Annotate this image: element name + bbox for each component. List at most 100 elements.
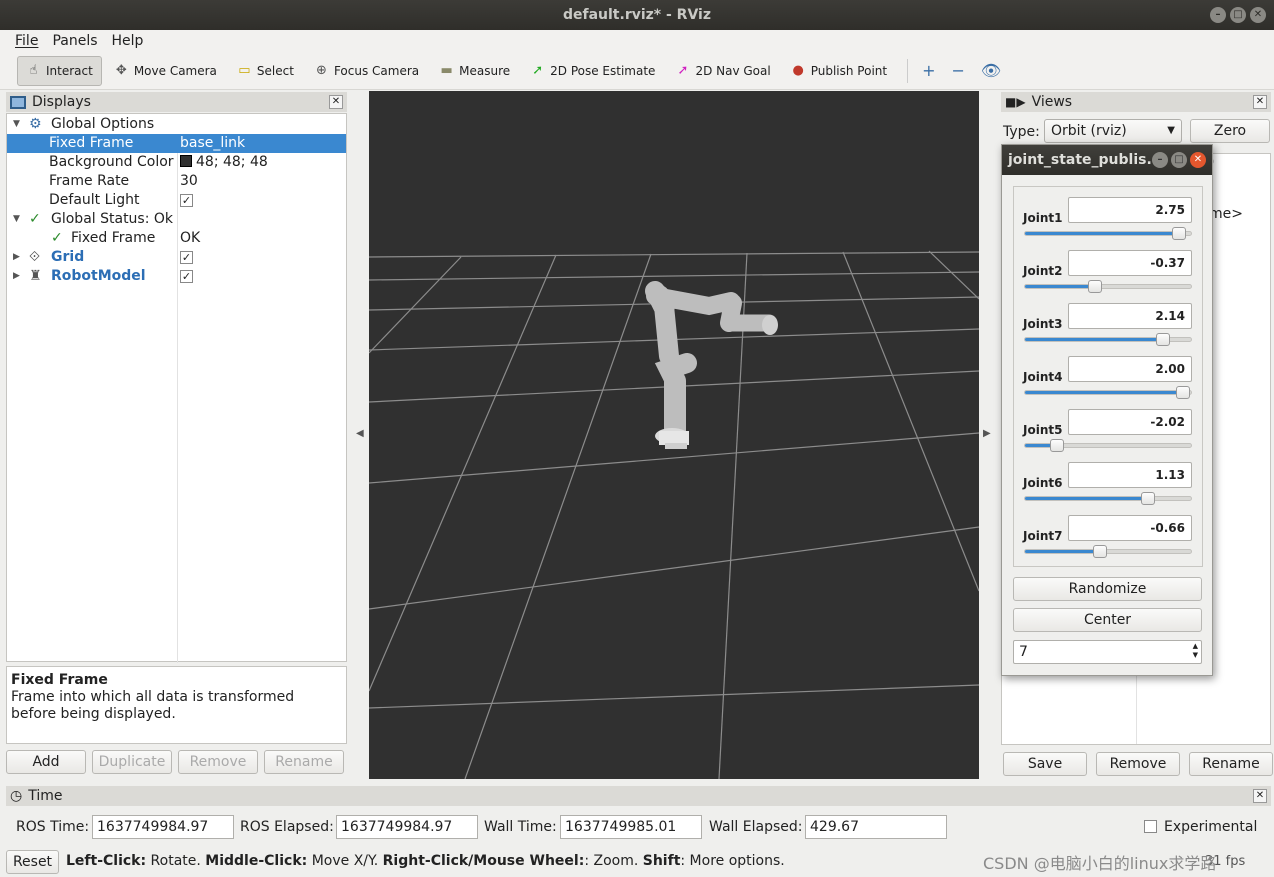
- experimental-checkbox[interactable]: [1144, 820, 1157, 833]
- ros-elapsed-field[interactable]: 1637749984.97: [336, 815, 478, 839]
- spinner-arrows-icon[interactable]: ▲ ▼: [1193, 642, 1198, 660]
- chevron-down-icon: ▼: [1167, 125, 1175, 136]
- minus-icon[interactable]: −: [946, 56, 971, 86]
- save-button[interactable]: Save: [1003, 752, 1087, 776]
- joint-value-field[interactable]: 2.75: [1068, 197, 1192, 223]
- joint-value-field[interactable]: 2.00: [1068, 356, 1192, 382]
- joint-slider[interactable]: [1024, 545, 1192, 558]
- ros-time-field[interactable]: 1637749984.97: [92, 815, 234, 839]
- tree-row-global-options[interactable]: ▼ ⚙ Global Options: [7, 115, 346, 134]
- joint-slider[interactable]: [1024, 439, 1192, 452]
- joint-slider[interactable]: [1024, 492, 1192, 505]
- slider-handle[interactable]: [1049, 439, 1064, 452]
- maximize-icon[interactable]: □: [1230, 7, 1246, 23]
- tree-row-default-light[interactable]: Default Light ✓: [7, 191, 346, 210]
- tool-2d-nav-goal[interactable]: ➚ 2D Nav Goal: [667, 56, 778, 86]
- close-icon[interactable]: ✕: [1253, 95, 1267, 109]
- hint-text: : Zoom.: [584, 853, 643, 869]
- joint-value-field[interactable]: 1.13: [1068, 462, 1192, 488]
- tree-row-fixed-frame[interactable]: Fixed Frame base_link: [7, 134, 346, 153]
- tree-row-fixed-frame-status[interactable]: ✓ Fixed Frame OK: [7, 229, 346, 248]
- reset-button[interactable]: Reset: [6, 850, 59, 874]
- hand-icon: ☝: [29, 63, 38, 78]
- eye-icon[interactable]: 👁: [975, 56, 1007, 86]
- remove-view-button[interactable]: Remove: [1096, 752, 1180, 776]
- tool-interact[interactable]: ☝ Interact: [17, 55, 102, 86]
- slider-handle[interactable]: [1092, 545, 1107, 558]
- frame-rate-value[interactable]: 30: [180, 172, 198, 191]
- add-button[interactable]: Add: [6, 750, 86, 774]
- view-type-select[interactable]: Orbit (rviz) ▼: [1044, 119, 1182, 143]
- expand-down-icon[interactable]: ▼: [13, 115, 20, 134]
- remove-button[interactable]: Remove: [178, 750, 258, 774]
- tree-row-background-color[interactable]: Background Color 48; 48; 48: [7, 153, 346, 172]
- joint-value-field[interactable]: -2.02: [1068, 409, 1192, 435]
- tool-focus-camera[interactable]: ⊕ Focus Camera: [306, 56, 427, 86]
- collapse-right-icon[interactable]: ▶: [983, 428, 991, 439]
- joint-row: Joint3 2.14: [1014, 301, 1202, 354]
- tool-select[interactable]: ▭ Select: [229, 56, 302, 86]
- slider-handle[interactable]: [1155, 333, 1170, 346]
- duplicate-button[interactable]: Duplicate: [92, 750, 172, 774]
- slider-handle[interactable]: [1140, 492, 1155, 505]
- tool-move-camera[interactable]: ✥ Move Camera: [106, 56, 225, 86]
- render-viewport[interactable]: [369, 91, 979, 779]
- joint-slider[interactable]: [1024, 386, 1192, 399]
- joint-slider[interactable]: [1024, 280, 1192, 293]
- joint-value-field[interactable]: 2.14: [1068, 303, 1192, 329]
- maximize-icon[interactable]: □: [1171, 152, 1187, 168]
- close-icon[interactable]: ✕: [329, 95, 343, 109]
- close-icon[interactable]: ✕: [1190, 152, 1206, 168]
- joint-value-field[interactable]: -0.37: [1068, 250, 1192, 276]
- expand-down-icon[interactable]: ▼: [13, 210, 20, 229]
- tool-2d-pose-estimate[interactable]: ➚ 2D Pose Estimate: [522, 56, 663, 86]
- joint-slider[interactable]: [1024, 227, 1192, 240]
- wall-elapsed-field[interactable]: 429.67: [805, 815, 947, 839]
- tree-row-label: RobotModel: [51, 268, 146, 284]
- rename-button[interactable]: Rename: [264, 750, 344, 774]
- joint-slider[interactable]: [1024, 333, 1192, 346]
- minimize-icon[interactable]: –: [1210, 7, 1226, 23]
- tree-row-grid[interactable]: ▶ ⟐ Grid ✓: [7, 248, 346, 267]
- zero-button[interactable]: Zero: [1190, 119, 1270, 143]
- rename-view-button[interactable]: Rename: [1189, 752, 1273, 776]
- grid-checkbox[interactable]: ✓: [180, 250, 193, 264]
- views-title: Views: [1031, 94, 1073, 110]
- collapse-left-icon[interactable]: ◀: [356, 428, 364, 439]
- joint-name: Joint1: [1023, 211, 1063, 225]
- slider-handle[interactable]: [1175, 386, 1190, 399]
- slider-fill: [1025, 338, 1163, 341]
- rows-spinbox[interactable]: 7 ▲ ▼: [1013, 640, 1202, 664]
- joint-value-field[interactable]: -0.66: [1068, 515, 1192, 541]
- minimize-icon[interactable]: –: [1152, 152, 1168, 168]
- watermark: CSDN @电脑小白的linux求学路: [983, 854, 1217, 873]
- randomize-button[interactable]: Randomize: [1013, 577, 1202, 601]
- type-label: Type:: [1003, 124, 1040, 140]
- expand-right-icon[interactable]: ▶: [13, 267, 20, 286]
- menu-file[interactable]: File: [15, 30, 38, 52]
- tree-row-robotmodel[interactable]: ▶ ♜ RobotModel ✓: [7, 267, 346, 286]
- tool-publish-point[interactable]: ● Publish Point: [783, 56, 895, 86]
- wall-time-field[interactable]: 1637749985.01: [560, 815, 702, 839]
- gear-icon: ⚙: [29, 116, 42, 132]
- tree-row-global-status[interactable]: ▼ ✓ Global Status: Ok: [7, 210, 346, 229]
- tree-row-label: Frame Rate: [49, 173, 130, 189]
- joint-name: Joint3: [1023, 317, 1063, 331]
- default-light-checkbox[interactable]: ✓: [180, 193, 193, 207]
- menu-panels[interactable]: Panels: [52, 30, 97, 52]
- robotmodel-checkbox[interactable]: ✓: [180, 269, 193, 283]
- expand-right-icon[interactable]: ▶: [13, 248, 20, 267]
- tree-row-frame-rate[interactable]: Frame Rate 30: [7, 172, 346, 191]
- close-icon[interactable]: ✕: [1250, 7, 1266, 23]
- color-text: 48; 48; 48: [196, 154, 268, 170]
- tool-measure[interactable]: ▬ Measure: [431, 56, 518, 86]
- close-icon[interactable]: ✕: [1253, 789, 1267, 803]
- background-color-value[interactable]: 48; 48; 48: [180, 153, 268, 172]
- center-button[interactable]: Center: [1013, 608, 1202, 632]
- fixed-frame-value[interactable]: base_link: [180, 134, 245, 153]
- robot-icon: ♜: [29, 268, 42, 284]
- plus-icon[interactable]: +: [916, 56, 941, 86]
- slider-handle[interactable]: [1087, 280, 1102, 293]
- slider-handle[interactable]: [1172, 227, 1187, 240]
- menu-help[interactable]: Help: [112, 30, 144, 52]
